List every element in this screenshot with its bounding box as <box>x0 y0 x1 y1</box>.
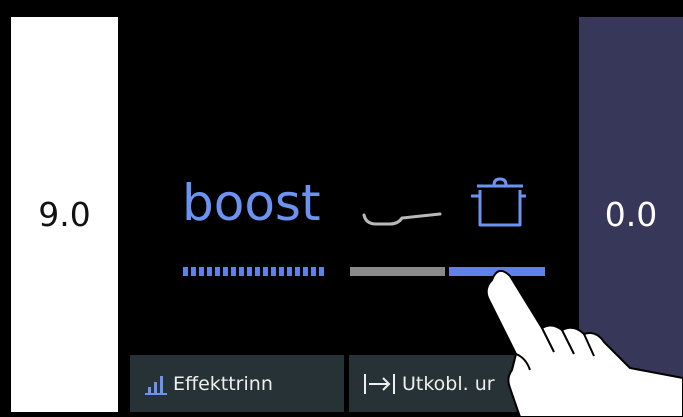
right-zone-power-value: 0.0 <box>604 195 658 234</box>
effect-level-label: Effekttrinn <box>173 372 273 395</box>
bar-chart-icon <box>145 375 167 395</box>
cooking-pot-icon[interactable] <box>468 176 528 231</box>
left-zone-panel[interactable]: 9.0 <box>11 17 118 412</box>
pointing-hand-icon <box>485 269 683 417</box>
frying-pan-icon[interactable] <box>362 206 444 228</box>
boost-level-indicator <box>183 267 326 276</box>
left-zone-power-value: 9.0 <box>38 195 91 234</box>
arrow-to-bar-icon <box>364 373 395 394</box>
effect-level-button[interactable]: Effekttrinn <box>130 355 344 412</box>
cooktop-display: 9.0 boost 0.0 Effekttrinn Utkobl. ur <box>0 0 683 417</box>
pan-selector-bar[interactable] <box>350 267 445 276</box>
boost-mode-label: boost <box>182 174 321 232</box>
